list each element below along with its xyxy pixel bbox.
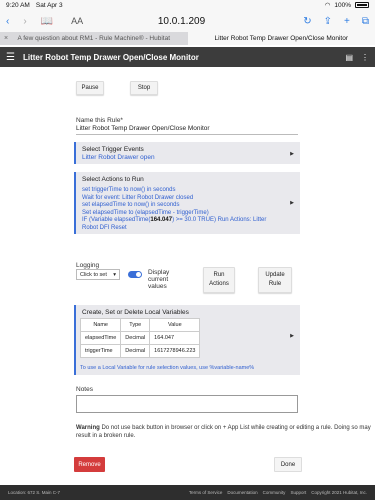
footer-link-support[interactable]: Support: [290, 490, 306, 495]
notes-label: Notes: [76, 386, 93, 393]
notes-field[interactable]: [76, 395, 298, 413]
col-type-header: Type: [120, 318, 151, 332]
reader-aa-button[interactable]: AA: [71, 16, 83, 26]
tab-rule-machine[interactable]: × A few question about RM1 - Rule Machin…: [0, 32, 188, 45]
action-if-line: IF (Variable elapsedTime(164.047) >= 30.…: [82, 217, 267, 231]
new-tab-icon[interactable]: +: [344, 16, 350, 27]
variable-type: Decimal: [120, 344, 151, 358]
warning-label: Warning: [76, 425, 100, 431]
footer-copyright: Copyright 2021 Hubitat, Inc.: [311, 490, 367, 495]
variable-type: Decimal: [120, 331, 151, 345]
trigger-events-title: Select Trigger Events: [82, 146, 144, 153]
close-tab-icon[interactable]: ×: [4, 35, 8, 42]
chevron-right-icon: ▶: [290, 333, 294, 339]
variable-value: 164.047: [149, 331, 201, 345]
col-name-header: Name: [79, 318, 122, 332]
variables-table: Name Type Value elapsedTime Decimal 164.…: [79, 318, 201, 358]
run-actions-button[interactable]: Run Actions: [203, 267, 235, 293]
variable-value: 1617278946.223: [149, 344, 201, 358]
tab-label: A few question about RM1 - Rule Machine®…: [17, 35, 171, 42]
browser-tabs: × A few question about RM1 - Rule Machin…: [0, 32, 375, 45]
update-rule-button[interactable]: Update Rule: [258, 267, 292, 293]
stop-button[interactable]: Stop: [130, 81, 158, 95]
display-values-label: Display current values: [148, 269, 170, 290]
rule-name-field[interactable]: Litter Robot Temp Drawer Open/Close Moni…: [76, 125, 210, 132]
variable-name: elapsedTime: [79, 331, 122, 345]
table-row[interactable]: elapsedTime Decimal 164.047: [79, 331, 201, 345]
tabs-icon[interactable]: ⧉: [362, 16, 369, 27]
actions-list: set triggerTime to now() in seconds Wait…: [82, 187, 282, 232]
action-line: Wait for event: Litter Robot Drawer clos…: [82, 194, 194, 201]
address-bar[interactable]: 10.0.1.209: [86, 16, 277, 27]
tab-litter-robot[interactable]: Litter Robot Temp Drawer Open/Close Moni…: [187, 32, 375, 45]
rule-form: Pause Stop Name this Rule* Litter Robot …: [0, 67, 375, 485]
done-button[interactable]: Done: [274, 457, 302, 472]
rule-name-underline: [76, 134, 298, 135]
app-header: ☰ Litter Robot Temp Drawer Open/Close Mo…: [0, 47, 375, 67]
action-line: set triggerTime to now() in seconds: [82, 187, 176, 193]
trigger-events-section[interactable]: Select Trigger Events Litter Robot Drawe…: [74, 142, 300, 164]
col-value-header: Value: [149, 318, 201, 332]
back-icon[interactable]: ‹: [6, 16, 9, 27]
browser-toolbar: ‹ › 📖 AA 10.0.1.209 ↻ ⇪ + ⧉: [0, 10, 375, 32]
notes-icon[interactable]: ▤: [345, 53, 353, 62]
local-variables-title: Create, Set or Delete Local Variables: [82, 309, 189, 316]
variable-name: triggerTime: [79, 344, 122, 358]
table-row[interactable]: triggerTime Decimal 1617278946.223: [79, 344, 201, 358]
actions-section[interactable]: Select Actions to Run set triggerTime to…: [74, 172, 300, 234]
warning-text: Warning Do not use back button in browse…: [76, 424, 375, 440]
footer-link-terms[interactable]: Terms of Service: [189, 490, 223, 495]
logging-select-value: Click to set: [80, 271, 107, 278]
location-text: Location: 672 S. Main C-7: [8, 490, 61, 495]
chevron-right-icon: ▶: [290, 151, 294, 157]
status-date: Sat Apr 3: [35, 1, 63, 9]
reload-icon[interactable]: ↻: [303, 16, 311, 27]
page-footer: Location: 672 S. Main C-7 Terms of Servi…: [0, 485, 375, 500]
rule-name-label: Name this Rule*: [76, 117, 123, 124]
actions-title: Select Actions to Run: [82, 176, 144, 183]
action-line: Set elapsedTime to (elapsedTime - trigge…: [82, 209, 209, 216]
more-vertical-icon[interactable]: ⋮: [361, 53, 369, 62]
display-values-toggle[interactable]: [128, 271, 142, 278]
chevron-down-icon: ▾: [113, 271, 116, 278]
chevron-right-icon: ▶: [290, 200, 294, 206]
page-title: Litter Robot Temp Drawer Open/Close Moni…: [22, 52, 199, 62]
battery-icon: [355, 2, 369, 8]
status-bar: 9:20 AM Sat Apr 3 ◠ 100%: [0, 0, 375, 10]
status-battery: 100%: [334, 1, 351, 9]
logging-select[interactable]: Click to set ▾: [76, 269, 120, 280]
wifi-icon: ◠: [324, 2, 331, 9]
menu-icon[interactable]: ☰: [6, 52, 15, 63]
pause-button[interactable]: Pause: [76, 81, 104, 95]
logging-label: Logging: [76, 262, 100, 269]
bookmarks-icon[interactable]: 📖: [41, 16, 53, 27]
share-icon[interactable]: ⇪: [324, 16, 332, 27]
tab-label: Litter Robot Temp Drawer Open/Close Moni…: [214, 35, 349, 42]
action-line: set elapsedTime to now() in seconds: [82, 202, 180, 208]
remove-button[interactable]: Remove: [74, 457, 105, 472]
warning-body: Do not use back button in browser or cli…: [76, 425, 371, 439]
footer-link-docs[interactable]: Documentation: [227, 490, 257, 495]
footer-link-community[interactable]: Community: [263, 490, 286, 495]
trigger-events-value: Litter Robot Drawer open: [82, 154, 155, 161]
forward-icon[interactable]: ›: [23, 16, 26, 27]
table-header-row: Name Type Value: [79, 318, 201, 332]
status-time: 9:20 AM: [6, 1, 30, 9]
variables-hint: To use a Local Variable for rule selecti…: [80, 365, 255, 371]
